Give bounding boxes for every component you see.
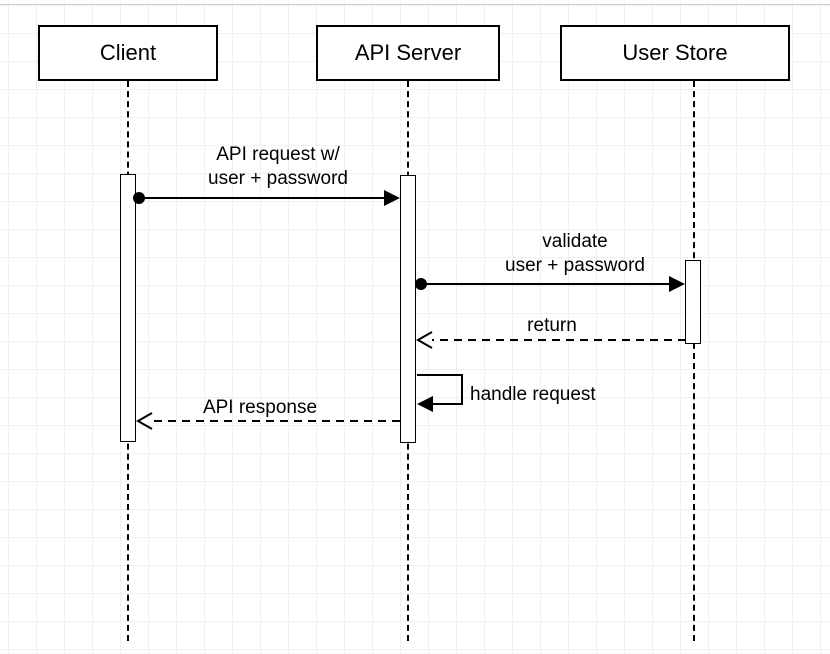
- participant-api-server: API Server: [316, 25, 500, 81]
- participant-client-label: Client: [100, 40, 156, 66]
- arrow-validate: [410, 274, 690, 294]
- arrow-handle-request: [414, 372, 474, 416]
- message-handle-request-label: handle request: [470, 383, 620, 407]
- message-validate-label: validate user + password: [475, 230, 675, 278]
- sequence-diagram: Client API Server User Store API request…: [0, 0, 830, 654]
- message-api-request-label: API request w/ user + password: [178, 143, 378, 191]
- participant-client: Client: [38, 25, 218, 81]
- participant-api-server-label: API Server: [355, 40, 461, 66]
- arrow-return: [416, 330, 688, 350]
- arrow-api-response: [136, 411, 404, 431]
- participant-user-store: User Store: [560, 25, 790, 81]
- arrow-api-request: [130, 188, 406, 208]
- lifeline-user-store: [693, 81, 695, 641]
- activation-client: [120, 174, 136, 442]
- page-top-divider: [0, 4, 830, 5]
- participant-user-store-label: User Store: [622, 40, 727, 66]
